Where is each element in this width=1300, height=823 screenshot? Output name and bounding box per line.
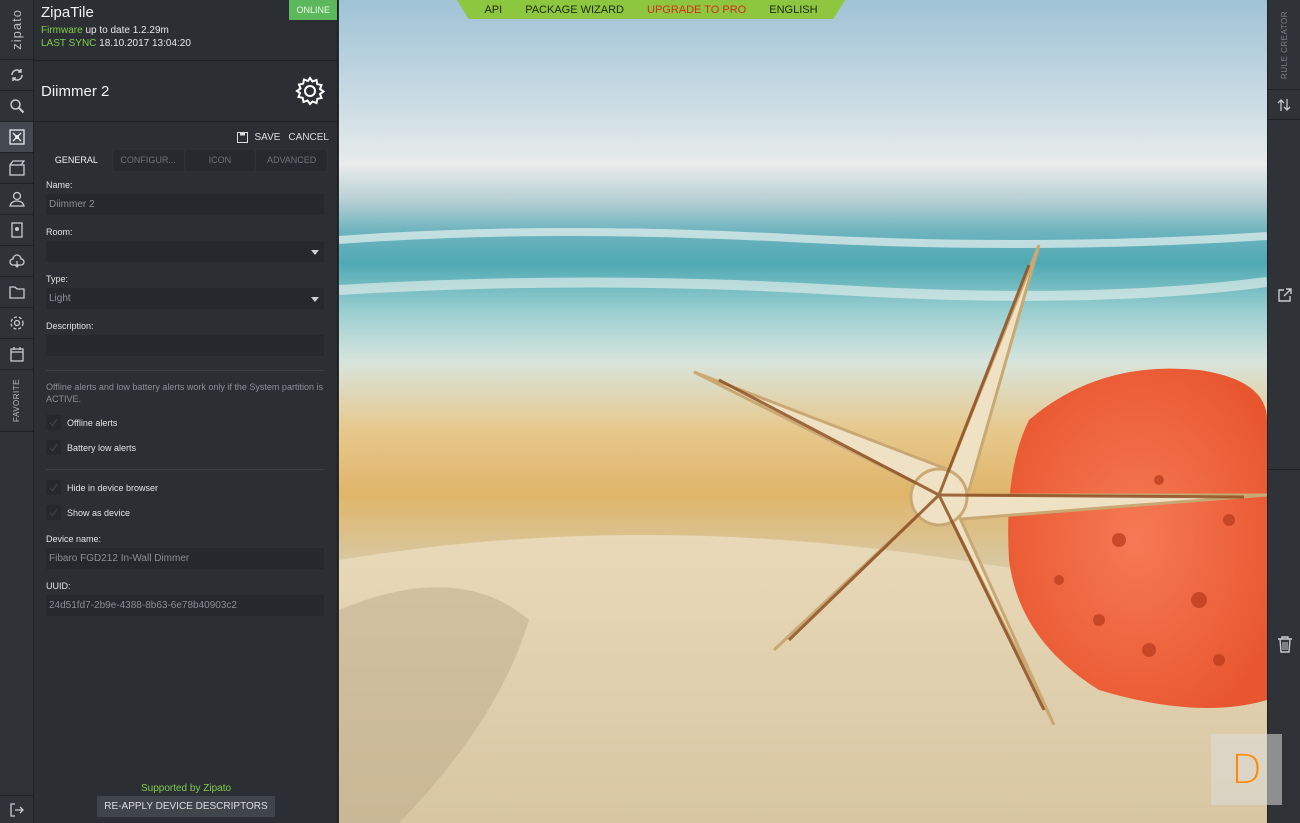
beach-starfish-image bbox=[339, 227, 1267, 823]
brand-logo: zipato bbox=[0, 0, 33, 60]
folder-icon[interactable] bbox=[0, 277, 33, 308]
check-icon bbox=[49, 418, 58, 427]
name-label: Name: bbox=[46, 180, 73, 190]
device-tabs: GENERAL CONFIGUR... ICON ADVANCED bbox=[41, 150, 328, 171]
package-wizard-link[interactable]: PACKAGE WIZARD bbox=[525, 4, 624, 16]
tab-general[interactable]: GENERAL bbox=[41, 150, 113, 171]
checkbox-box[interactable] bbox=[46, 415, 61, 430]
last-sync-label: LAST SYNC bbox=[41, 38, 97, 49]
dashboard-wallpaper bbox=[339, 0, 1267, 823]
save-icon[interactable] bbox=[237, 132, 249, 143]
sync-icon[interactable] bbox=[0, 60, 33, 91]
right-rail: RULE CREATOR bbox=[1267, 0, 1300, 823]
logout-icon[interactable] bbox=[0, 795, 34, 823]
check-icon bbox=[49, 483, 58, 492]
search-icon[interactable] bbox=[0, 91, 33, 122]
last-sync: LAST SYNC 18.10.2017 13:04:20 bbox=[41, 38, 330, 49]
checkbox-box[interactable] bbox=[46, 440, 61, 455]
device-panel: ZipaTile Firmware up to date 1.2.29m LAS… bbox=[34, 0, 338, 823]
device-name-field: Fibaro FGD212 In-Wall Dimmer bbox=[46, 548, 324, 569]
description-input[interactable] bbox=[46, 335, 324, 356]
favorite-tab[interactable]: FAVORITE bbox=[0, 370, 33, 432]
calendar-icon[interactable] bbox=[0, 339, 33, 370]
battery-alerts-checkbox[interactable]: Battery low alerts bbox=[46, 440, 324, 455]
checkbox-box[interactable] bbox=[46, 480, 61, 495]
room-select[interactable] bbox=[46, 241, 324, 262]
rule-creator-tab[interactable]: RULE CREATOR bbox=[1268, 0, 1300, 90]
api-link[interactable]: API bbox=[484, 4, 502, 16]
scenes-icon[interactable] bbox=[0, 153, 33, 184]
language-selector[interactable]: ENGLISH bbox=[769, 4, 817, 16]
check-icon bbox=[49, 443, 58, 452]
form-actions: SAVE CANCEL bbox=[34, 122, 337, 146]
hide-browser-checkbox[interactable]: Hide in device browser bbox=[46, 480, 324, 495]
app-name: ZipaTile bbox=[41, 4, 94, 21]
offline-alerts-label: Offline alerts bbox=[67, 417, 118, 428]
firmware-label: Firmware bbox=[41, 25, 83, 36]
room-label: Room: bbox=[46, 227, 73, 237]
uuid-label: UUID: bbox=[46, 581, 71, 591]
alerts-note: Offline alerts and low battery alerts wo… bbox=[46, 382, 323, 404]
settings-icon[interactable] bbox=[0, 308, 33, 339]
offline-alerts-checkbox[interactable]: Offline alerts bbox=[46, 415, 324, 430]
cloud-icon[interactable] bbox=[0, 246, 33, 277]
show-device-checkbox[interactable]: Show as device bbox=[46, 505, 324, 520]
chevron-down-icon bbox=[311, 250, 319, 255]
divider bbox=[46, 469, 324, 470]
general-form: Name: Diimmer 2 Room: Type: Light Descri… bbox=[34, 180, 337, 616]
last-sync-value: 18.10.2017 13:04:20 bbox=[99, 38, 191, 49]
top-navigation: API PACKAGE WIZARD UPGRADE TO PRO ENGLIS… bbox=[457, 0, 845, 19]
check-icon bbox=[49, 508, 58, 517]
name-input[interactable]: Diimmer 2 bbox=[46, 194, 324, 215]
firmware-status: Firmware up to date 1.2.29m bbox=[41, 25, 330, 36]
battery-alerts-label: Battery low alerts bbox=[67, 442, 137, 453]
device-name-label: Device name: bbox=[46, 534, 102, 544]
chevron-down-icon bbox=[311, 297, 319, 302]
devices-icon[interactable] bbox=[0, 122, 33, 153]
tab-advanced[interactable]: ADVANCED bbox=[256, 150, 328, 171]
save-button[interactable]: SAVE bbox=[254, 132, 280, 143]
firmware-value: up to date 1.2.29m bbox=[85, 25, 169, 36]
supported-by-text: Supported by Zipato bbox=[140, 783, 232, 794]
contacts-icon[interactable] bbox=[0, 215, 33, 246]
gear-icon[interactable] bbox=[295, 76, 325, 106]
external-link-icon[interactable] bbox=[1268, 120, 1300, 470]
cancel-button[interactable]: CANCEL bbox=[288, 132, 329, 143]
trash-icon[interactable] bbox=[1268, 635, 1300, 653]
tab-configuration[interactable]: CONFIGUR... bbox=[112, 150, 185, 171]
device-title: Diimmer 2 bbox=[41, 82, 110, 100]
type-select[interactable]: Light bbox=[46, 288, 324, 309]
tile-letter: D bbox=[1231, 746, 1262, 793]
sort-icon[interactable] bbox=[1268, 90, 1300, 120]
left-icon-rail: zipato FAVORITE bbox=[0, 0, 34, 823]
hide-browser-label: Hide in device browser bbox=[67, 482, 159, 493]
corner-widget-tile[interactable]: D bbox=[1211, 734, 1282, 805]
type-label: Type: bbox=[46, 274, 69, 284]
panel-footer: Supported by Zipato RE-APPLY DEVICE DESC… bbox=[34, 783, 338, 817]
device-title-bar: Diimmer 2 bbox=[34, 61, 337, 122]
reapply-descriptors-button[interactable]: RE-APPLY DEVICE DESCRIPTORS bbox=[97, 796, 275, 817]
uuid-field: 24d51fd7-2b9e-4388-8b63-6e78b40903c2 bbox=[46, 595, 324, 616]
description-label: Description: bbox=[46, 321, 94, 331]
divider bbox=[46, 370, 324, 371]
users-icon[interactable] bbox=[0, 184, 33, 215]
checkbox-box[interactable] bbox=[46, 505, 61, 520]
controller-header: ZipaTile Firmware up to date 1.2.29m LAS… bbox=[34, 0, 337, 61]
upgrade-to-pro-link[interactable]: UPGRADE TO PRO bbox=[647, 4, 746, 16]
online-status-badge: ONLINE bbox=[289, 0, 337, 20]
show-device-label: Show as device bbox=[67, 507, 131, 518]
tab-icon[interactable]: ICON bbox=[184, 150, 257, 171]
